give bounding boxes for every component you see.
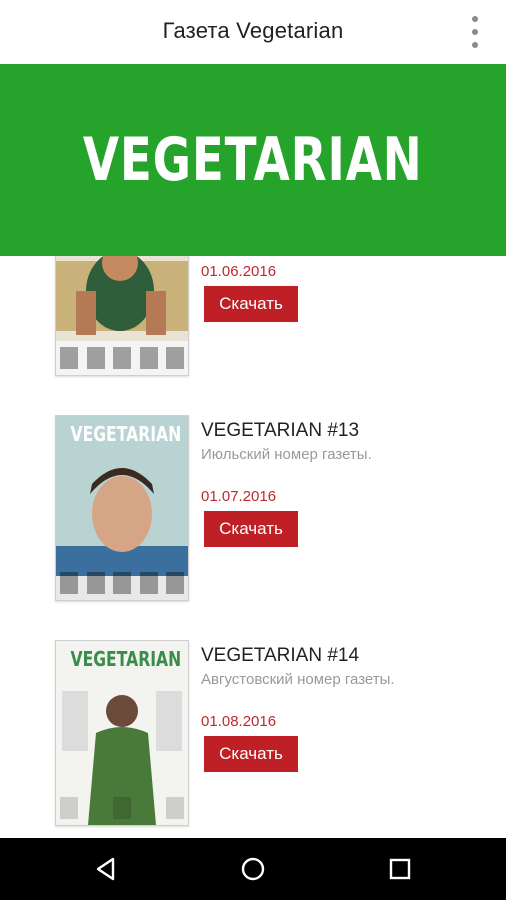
cover-captions — [60, 797, 184, 819]
brand-banner: VEGETARIAN — [0, 64, 506, 256]
issue-date: 01.07.2016 — [201, 488, 277, 505]
issue-description: Июльский номер газеты. — [201, 446, 372, 463]
issue-title: VEGETARIAN #14 — [201, 645, 360, 666]
cover-title: VEGETARIAN — [70, 422, 182, 446]
app-title: Газета Vegetarian — [162, 18, 344, 43]
issue-cover[interactable]: VEGETARIAN — [55, 415, 189, 601]
list-item[interactable]: VEGETARIAN VEGETARIAN #13 Июльский номер… — [0, 415, 506, 615]
download-button[interactable]: Скачать — [204, 286, 298, 322]
issue-cover[interactable]: VEGETARIAN — [55, 640, 189, 826]
issue-description: Августовский номер газеты. — [201, 671, 395, 688]
download-button[interactable]: Скачать — [204, 736, 298, 772]
back-icon[interactable] — [66, 838, 146, 900]
list-item[interactable]: VEGETARIAN VEGETARIAN #14 Августовский н… — [0, 640, 506, 840]
download-button[interactable]: Скачать — [204, 511, 298, 547]
cover-title: VEGETARIAN — [70, 647, 182, 671]
cover-captions — [60, 572, 184, 594]
home-icon[interactable] — [213, 838, 293, 900]
recents-icon[interactable] — [360, 838, 440, 900]
more-vert-icon[interactable] — [470, 16, 480, 48]
cover-captions — [60, 347, 184, 369]
navigation-bar — [0, 838, 506, 900]
app-bar: Газета Vegetarian — [0, 0, 506, 64]
issue-date: 01.08.2016 — [201, 713, 277, 730]
issue-date: 01.06.2016 — [201, 263, 277, 280]
banner-title: VEGETARIAN — [83, 125, 423, 195]
issue-title: VEGETARIAN #13 — [201, 420, 360, 441]
